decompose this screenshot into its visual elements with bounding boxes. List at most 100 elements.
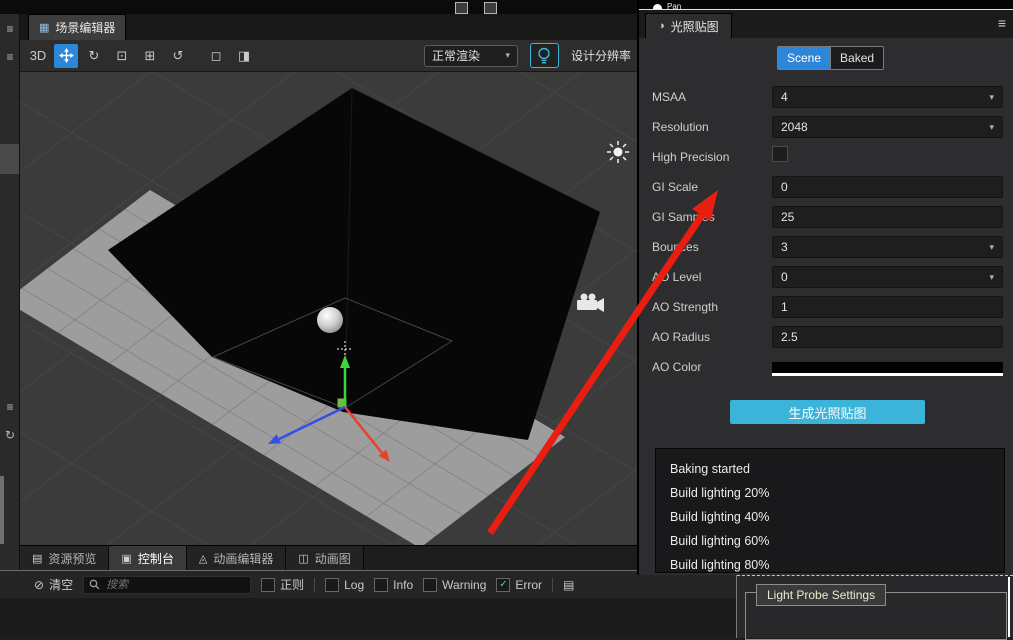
ao-level-select[interactable]: 0 ▾ (772, 266, 1003, 288)
filter-info[interactable]: Info (374, 577, 413, 592)
lightmap-body: Scene Baked MSAA 4 ▾ Resolution 2048 ▾ H… (639, 38, 1013, 575)
lightmap-tabbar: ◑ 光照贴图 ≡ (639, 10, 1013, 38)
bottom-panel-tabs: ▤ 资源预览 ▣ 控制台 ◬ 动画编辑器 ◫ 动画图 (20, 545, 637, 570)
search-icon (89, 579, 100, 590)
form-row-gi-scale: GI Scale (652, 176, 1003, 198)
baked-mode-button[interactable]: Baked (830, 47, 884, 69)
form-row-bounces: Bounces 3 ▾ (652, 236, 1003, 258)
form-row-ao-level: AO Level 0 ▾ (652, 266, 1003, 288)
regex-toggle[interactable]: 正则 (261, 576, 304, 593)
filter-warning[interactable]: Warning (423, 577, 487, 592)
scene-viewport[interactable] (20, 72, 637, 545)
sphere-object[interactable] (317, 307, 343, 333)
console-search[interactable] (83, 575, 252, 594)
error-checkbox[interactable]: ✓ (496, 577, 511, 592)
msaa-select[interactable]: 4 ▾ (772, 86, 1003, 108)
warning-checkbox[interactable] (423, 577, 438, 592)
ao-color-swatch[interactable] (772, 361, 1003, 376)
generate-lightmap-button[interactable]: 生成光照贴图 (730, 400, 925, 424)
gi-scale-input[interactable] (772, 176, 1003, 198)
transform-space-button[interactable]: ↺ (166, 44, 190, 68)
light-probe-settings-header[interactable]: Light Probe Settings (756, 584, 887, 606)
tab-animation-editor[interactable]: ◬ 动画编辑器 (186, 546, 287, 570)
open-log-file-button[interactable]: ▤ (563, 578, 574, 592)
select-value: 3 (781, 240, 788, 254)
bake-log-line: Build lighting 40% (670, 510, 770, 524)
filter-label: Log (344, 577, 365, 592)
bake-log-box[interactable]: Baking started Build lighting 20% Build … (655, 448, 1005, 573)
render-mode-value: 正常渲染 (431, 49, 480, 63)
tab-console[interactable]: ▣ 控制台 (109, 546, 187, 570)
panel-menu-icon[interactable]: ≡ (998, 15, 1006, 31)
form-row-ao-strength: AO Strength (652, 296, 1003, 318)
ao-strength-input[interactable] (772, 296, 1003, 318)
rect-tool-button[interactable]: ⊞ (138, 44, 162, 68)
sun-light-gizmo[interactable] (607, 141, 629, 163)
select-value: 0 (781, 270, 788, 284)
rotate-tool-button[interactable]: ↻ (82, 44, 106, 68)
form-row-high-precision: High Precision (652, 146, 1003, 168)
field-label: Bounces (652, 240, 699, 254)
tab-asset-preview[interactable]: ▤ 资源预览 (20, 546, 110, 570)
form-row-ao-radius: AO Radius (652, 326, 1003, 348)
clear-console-button[interactable]: ⊘ 清空 (34, 576, 73, 593)
scale-tool-button[interactable]: ⊡ (110, 44, 134, 68)
mode-3d-button[interactable]: 3D (26, 44, 50, 68)
regex-checkbox[interactable] (261, 577, 276, 592)
refresh-icon[interactable]: ↻ (0, 428, 20, 442)
render-mode-select[interactable]: 正常渲染 ▾ (423, 44, 518, 67)
chevron-down-icon: ▾ (989, 241, 994, 252)
check-icon: ✓ (499, 578, 508, 590)
scene-toolbar: 3D ↻ ⊡ ⊞ ↺ ◻ ◨ 正常渲染 ▾ 设计分辨率 (20, 40, 637, 72)
snap-settings-button[interactable]: ◨ (232, 44, 256, 68)
high-precision-checkbox[interactable] (772, 146, 788, 162)
gi-samples-input[interactable] (772, 206, 1003, 228)
lightmap-tab-label: 光照贴图 (670, 19, 719, 34)
cropped-toolbar-stub (455, 2, 468, 14)
info-checkbox[interactable] (374, 577, 389, 592)
tab-label: 控制台 (137, 551, 174, 566)
layers-panel-icon[interactable]: ≡ (0, 50, 20, 64)
tab-label: 资源预览 (48, 551, 97, 566)
bake-log-line: Build lighting 60% (670, 534, 770, 548)
field-label: Resolution (652, 120, 709, 134)
animation-graph-icon: ◫ (298, 552, 309, 565)
tab-label: 动画图 (314, 551, 351, 566)
scene-tab-icon: ▦ (39, 22, 50, 34)
scene-mode-button[interactable]: Scene (778, 47, 831, 69)
search-input[interactable] (104, 577, 246, 592)
filter-log[interactable]: Log (325, 577, 365, 592)
form-row-msaa: MSAA 4 ▾ (652, 86, 1003, 108)
divider (314, 577, 316, 592)
rail-scrollbar[interactable] (0, 476, 4, 544)
bake-log-line: Build lighting 20% (670, 486, 770, 500)
tab-scene-editor[interactable]: ▦ 场景编辑器 (28, 14, 127, 40)
divider (552, 577, 554, 592)
filter-label: Error (515, 577, 543, 592)
field-label: AO Radius (652, 330, 711, 344)
bake-log-line: Baking started (670, 462, 750, 476)
ao-radius-input[interactable] (772, 326, 1003, 348)
lightbulb-icon (538, 47, 551, 64)
console-output[interactable] (0, 598, 737, 638)
form-row-resolution: Resolution 2048 ▾ (652, 116, 1003, 138)
tab-animation-graph[interactable]: ◫ 动画图 (286, 546, 364, 570)
field-label: AO Level (652, 270, 702, 284)
resolution-select[interactable]: 2048 ▾ (772, 116, 1003, 138)
inspector-scrollbar[interactable] (1008, 577, 1010, 637)
log-checkbox[interactable] (325, 577, 340, 592)
rail-indicator (0, 144, 19, 174)
select-value: 2048 (781, 120, 808, 134)
lighting-toggle-button[interactable] (529, 43, 559, 68)
design-resolution-label: 设计分辨率 (570, 49, 631, 63)
field-label: AO Strength (652, 300, 719, 314)
pivot-toggle-button[interactable]: ◻ (204, 44, 228, 68)
tab-lightmap[interactable]: ◑ 光照贴图 (645, 13, 732, 38)
hamburger-menu-icon[interactable]: ≡ (0, 22, 20, 36)
filter-label: Warning (442, 577, 487, 592)
bounces-select[interactable]: 3 ▾ (772, 236, 1003, 258)
asset-preview-icon: ▤ (32, 552, 43, 565)
filter-error[interactable]: ✓ Error (496, 577, 543, 592)
move-tool-button[interactable] (54, 43, 78, 68)
list-menu-icon[interactable]: ≡ (0, 400, 20, 414)
